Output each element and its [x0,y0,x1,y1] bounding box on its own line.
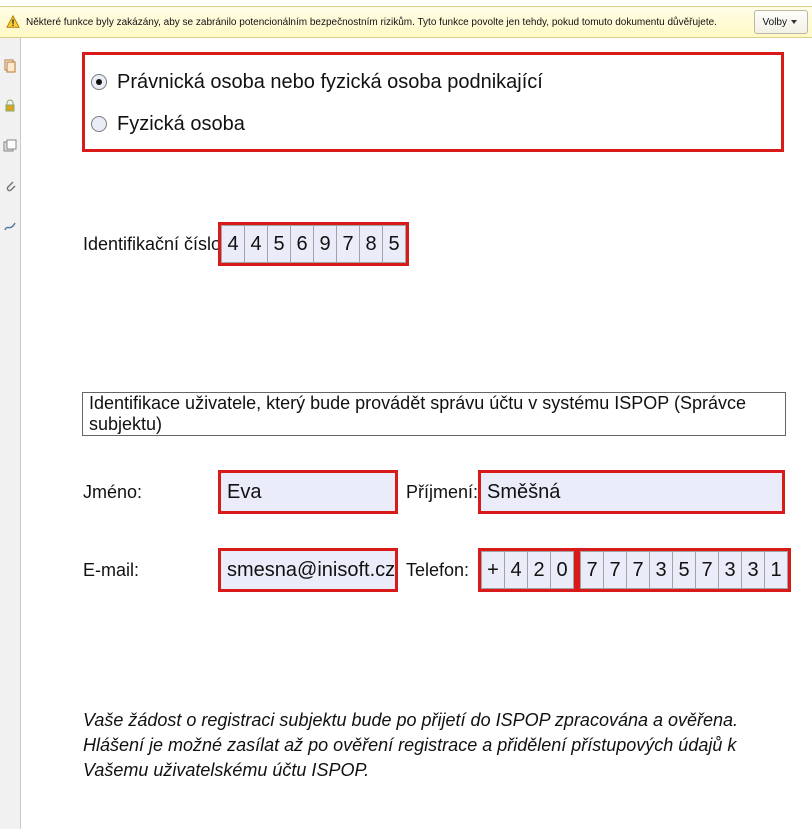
person-type-label-legal: Právnická osoba nebo fyzická osoba podni… [117,71,543,94]
digit-cell[interactable]: 2 [527,551,551,589]
layers-icon[interactable] [3,139,17,153]
digit-cell[interactable]: 4 [244,225,268,263]
phone-prefix-group[interactable]: +420 [478,548,577,592]
person-type-option-legal[interactable]: Právnická osoba nebo fyzická osoba podni… [89,61,775,103]
radio-icon-selected [91,74,107,90]
phone-input[interactable]: +420 777357331 [478,548,791,592]
options-button-label: Volby [763,17,787,28]
digit-cell[interactable]: 5 [672,551,696,589]
info-paragraph: Vaše žádost o registraci subjektu bude p… [83,708,783,784]
digit-cell[interactable]: 3 [649,551,673,589]
digit-cell[interactable]: 7 [603,551,627,589]
firstname-label: Jméno: [83,482,218,503]
attachments-icon[interactable] [3,179,17,193]
side-toolbar [0,37,21,829]
digit-cell[interactable]: 7 [626,551,650,589]
firstname-value: Eva [227,481,261,504]
digit-cell[interactable]: 4 [504,551,528,589]
person-type-group: Právnická osoba nebo fyzická osoba podni… [82,52,784,152]
options-button[interactable]: Volby [754,10,808,34]
digit-cell[interactable]: 7 [580,551,604,589]
digit-cell[interactable]: 6 [290,225,314,263]
phone-label: Telefon: [398,560,478,581]
contact-row: E-mail: smesna@inisoft.cz Telefon: +420 … [83,548,791,592]
email-input[interactable]: smesna@inisoft.cz [218,548,398,592]
form-page: Právnická osoba nebo fyzická osoba podni… [20,42,812,807]
digit-cell[interactable]: 9 [313,225,337,263]
phone-number-group[interactable]: 777357331 [577,548,791,592]
lastname-input[interactable]: Směšná [478,470,785,514]
name-row: Jméno: Eva Příjmení: Směšná [83,470,785,514]
firstname-input[interactable]: Eva [218,470,398,514]
email-label: E-mail: [83,560,218,581]
digit-cell[interactable]: + [481,551,505,589]
digit-cell[interactable]: 4 [221,225,245,263]
lastname-label: Příjmení: [398,482,478,503]
security-alert-bar: Některé funkce byly zakázány, aby se zab… [0,6,812,38]
identification-number-input[interactable]: 44569785 [218,222,409,266]
digit-cell[interactable]: 7 [695,551,719,589]
section-header-user-identification: Identifikace uživatele, který bude prová… [82,392,786,436]
email-value: smesna@inisoft.cz [227,559,395,582]
person-type-option-individual[interactable]: Fyzická osoba [89,103,775,145]
identification-number-row: Identifikační číslo: 44569785 [83,222,409,266]
digit-cell[interactable]: 5 [267,225,291,263]
lastname-value: Směšná [487,481,560,504]
digit-cell[interactable]: 8 [359,225,383,263]
pages-panel-icon[interactable] [3,59,17,73]
radio-icon-unselected [91,116,107,132]
digit-cell[interactable]: 3 [718,551,742,589]
digit-cell[interactable]: 7 [336,225,360,263]
chevron-down-icon [791,20,797,24]
warning-icon [6,15,20,29]
identification-number-label: Identifikační číslo: [83,234,218,255]
digit-cell[interactable]: 0 [550,551,574,589]
signatures-icon[interactable] [3,219,17,233]
digit-cell[interactable]: 1 [764,551,788,589]
person-type-label-individual: Fyzická osoba [117,113,245,136]
digit-cell[interactable]: 3 [741,551,765,589]
alert-text: Některé funkce byly zakázány, aby se zab… [26,17,754,28]
digit-cell[interactable]: 5 [382,225,406,263]
lock-icon[interactable] [3,99,17,113]
